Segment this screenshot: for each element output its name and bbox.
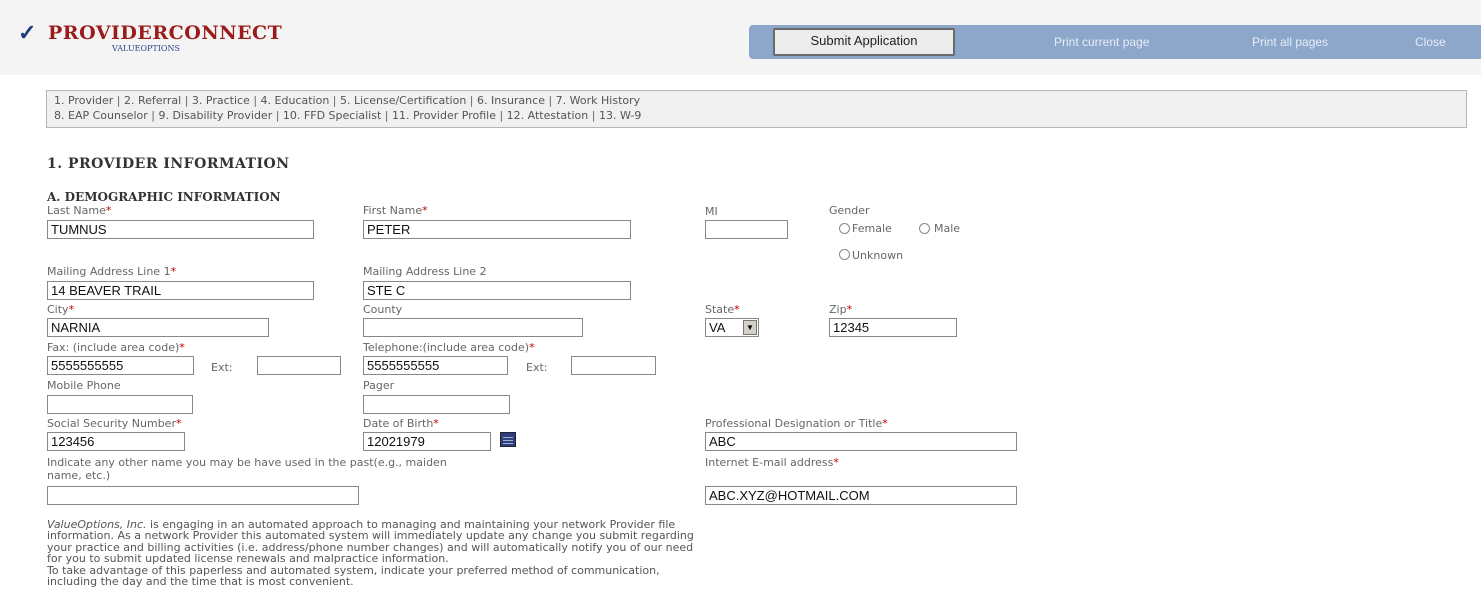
address1-field[interactable]: 14 BEAVER TRAIL xyxy=(47,281,314,300)
county-field[interactable] xyxy=(363,318,583,337)
fax-ext-field[interactable] xyxy=(257,356,341,375)
print-current-page-link[interactable]: Print current page xyxy=(1054,35,1149,49)
dob-field[interactable]: 12021979 xyxy=(363,432,491,451)
step-link-work-history[interactable]: 7. Work History xyxy=(556,94,640,107)
last-name-label: Last Name* xyxy=(47,204,112,217)
gender-male-label: Male xyxy=(934,222,961,235)
section-subtitle: A. DEMOGRAPHIC INFORMATION xyxy=(47,190,281,204)
step-separator: | xyxy=(499,109,507,122)
mi-field[interactable] xyxy=(705,220,788,239)
dropdown-arrow-icon[interactable]: ▼ xyxy=(743,320,757,335)
step-link-provider[interactable]: 1. Provider xyxy=(54,94,113,107)
first-name-label: First Name* xyxy=(363,204,428,217)
logo-title: PROVIDERCONNECT xyxy=(48,22,283,44)
step-separator: | xyxy=(116,94,124,107)
print-all-pages-link[interactable]: Print all pages xyxy=(1252,35,1328,49)
first-name-field[interactable]: PETER xyxy=(363,220,631,239)
step-separator: | xyxy=(184,94,192,107)
pager-field[interactable] xyxy=(363,395,510,414)
info-line: including the day and the time that is m… xyxy=(47,575,354,589)
gender-female-radio[interactable] xyxy=(839,223,850,234)
gender-female-label: Female xyxy=(852,222,892,235)
step-separator: | xyxy=(384,109,392,122)
step-separator: | xyxy=(591,109,599,122)
pager-label: Pager xyxy=(363,379,395,392)
mobile-phone-field[interactable] xyxy=(47,395,193,414)
other-name-label: Indicate any other name you may be have … xyxy=(47,456,447,469)
step-link-referral[interactable]: 2. Referral xyxy=(124,94,181,107)
city-label: City* xyxy=(47,303,75,316)
state-label: State* xyxy=(705,303,740,316)
header: ✓ PROVIDERCONNECT VALUEOPTIONS Submit Ap… xyxy=(0,0,1481,75)
automation-info-text: ValueOptions, Inc. is engaging in an aut… xyxy=(47,519,1047,589)
step-separator: | xyxy=(548,94,556,107)
state-select[interactable]: VA ▼ xyxy=(705,318,759,337)
step-row-2: 8. EAP Counselor | 9. Disability Provide… xyxy=(54,108,1459,123)
telephone-label: Telephone:(include area code)* xyxy=(363,341,535,354)
step-row-1: 1. Provider | 2. Referral | 3. Practice … xyxy=(54,93,1459,108)
step-link-ffd-specialist[interactable]: 10. FFD Specialist xyxy=(283,109,381,122)
address1-label: Mailing Address Line 1* xyxy=(47,265,177,278)
county-label: County xyxy=(363,303,403,316)
address2-field[interactable]: STE C xyxy=(363,281,631,300)
step-link-education[interactable]: 4. Education xyxy=(261,94,330,107)
state-selected-value: VA xyxy=(709,320,726,335)
zip-field[interactable]: 12345 xyxy=(829,318,957,337)
address2-label: Mailing Address Line 2 xyxy=(363,265,487,278)
designation-label: Professional Designation or Title* xyxy=(705,417,888,430)
mi-label: MI xyxy=(705,205,718,218)
email-label: Internet E-mail address* xyxy=(705,456,839,469)
action-bar: Submit Application Print current page Pr… xyxy=(749,25,1481,59)
calendar-icon[interactable] xyxy=(500,432,516,447)
telephone-field[interactable]: 5555555555 xyxy=(363,356,508,375)
designation-field[interactable]: ABC xyxy=(705,432,1017,451)
city-field[interactable]: NARNIA xyxy=(47,318,269,337)
info-line: for you to submit updated license renewa… xyxy=(47,552,449,566)
step-link-w9[interactable]: 13. W-9 xyxy=(599,109,641,122)
mobile-phone-label: Mobile Phone xyxy=(47,379,121,392)
step-link-practice[interactable]: 3. Practice xyxy=(192,94,250,107)
close-link[interactable]: Close xyxy=(1415,35,1446,49)
checkmark-icon: ✓ xyxy=(18,20,37,46)
step-separator: | xyxy=(332,94,340,107)
gender-unknown-label: Unknown xyxy=(852,249,904,262)
step-separator: | xyxy=(469,94,477,107)
fax-field[interactable]: 5555555555 xyxy=(47,356,194,375)
fax-ext-label: Ext: xyxy=(211,361,233,374)
step-navigation: 1. Provider | 2. Referral | 3. Practice … xyxy=(46,90,1467,128)
step-link-attestation[interactable]: 12. Attestation xyxy=(507,109,589,122)
ssn-label: Social Security Number* xyxy=(47,417,182,430)
gender-unknown-radio[interactable] xyxy=(839,249,850,260)
step-separator: | xyxy=(275,109,283,122)
step-link-provider-profile[interactable]: 11. Provider Profile xyxy=(392,109,496,122)
submit-application-button[interactable]: Submit Application xyxy=(773,28,955,56)
last-name-field[interactable]: TUMNUS xyxy=(47,220,314,239)
telephone-ext-field[interactable] xyxy=(571,356,656,375)
dob-label: Date of Birth* xyxy=(363,417,439,430)
step-separator: | xyxy=(253,94,261,107)
telephone-ext-label: Ext: xyxy=(526,361,548,374)
page-title: 1. PROVIDER INFORMATION xyxy=(47,156,290,172)
email-field[interactable]: ABC.XYZ@HOTMAIL.COM xyxy=(705,486,1017,505)
step-link-license[interactable]: 5. License/Certification xyxy=(340,94,466,107)
step-link-insurance[interactable]: 6. Insurance xyxy=(477,94,545,107)
fax-label: Fax: (include area code)* xyxy=(47,341,185,354)
gender-male-radio[interactable] xyxy=(919,223,930,234)
gender-label: Gender xyxy=(829,204,870,217)
ssn-field[interactable]: 123456 xyxy=(47,432,185,451)
logo-subtitle: VALUEOPTIONS xyxy=(112,44,180,53)
zip-label: Zip* xyxy=(829,303,853,316)
other-name-field[interactable] xyxy=(47,486,359,505)
step-link-eap-counselor[interactable]: 8. EAP Counselor xyxy=(54,109,148,122)
other-name-label-continued: name, etc.) xyxy=(47,469,111,482)
step-link-disability-provider[interactable]: 9. Disability Provider xyxy=(158,109,272,122)
